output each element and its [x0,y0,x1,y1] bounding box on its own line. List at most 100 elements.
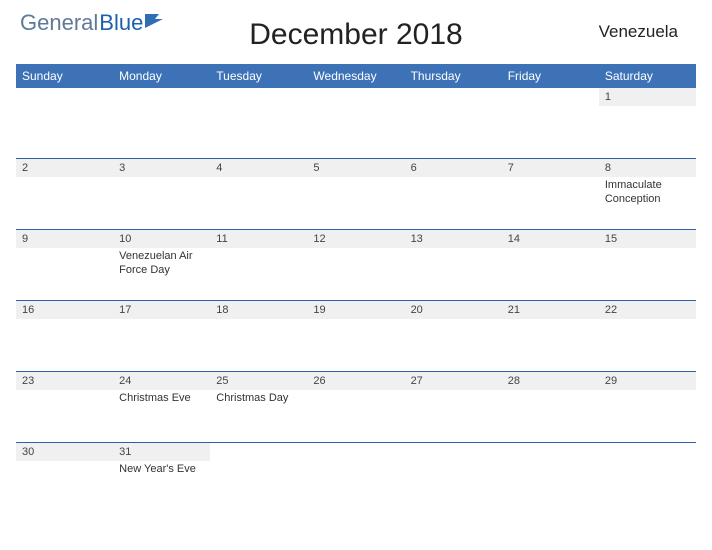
week-row: 16171819202122 [16,300,696,371]
week-row: 3031New Year's Eve [16,442,696,503]
day-cell [16,88,113,158]
day-cell: 23 [16,372,113,442]
day-number [405,88,502,106]
day-header-row: Sunday Monday Tuesday Wednesday Thursday… [16,64,696,88]
day-number: 11 [210,230,307,248]
day-number [210,443,307,461]
day-cell: 20 [405,301,502,371]
day-cell [502,443,599,503]
day-cell: 16 [16,301,113,371]
day-cell: 17 [113,301,210,371]
event-label: Venezuelan Air Force Day [113,248,210,278]
day-cell: 27 [405,372,502,442]
day-cell: 10Venezuelan Air Force Day [113,230,210,300]
day-cell [307,88,404,158]
day-cell [405,443,502,503]
day-number: 14 [502,230,599,248]
day-cell: 3 [113,159,210,229]
day-number [307,443,404,461]
day-cell [307,443,404,503]
day-number: 5 [307,159,404,177]
day-header: Friday [502,64,599,88]
day-header: Wednesday [307,64,404,88]
day-cell: 28 [502,372,599,442]
day-cell: 29 [599,372,696,442]
day-cell: 14 [502,230,599,300]
brand-part1: General [20,10,98,36]
day-number: 10 [113,230,210,248]
day-number: 13 [405,230,502,248]
event-label: Immaculate Conception [599,177,696,207]
week-row: 1 [16,88,696,158]
day-cell: 30 [16,443,113,503]
day-number: 17 [113,301,210,319]
day-cell: 5 [307,159,404,229]
day-number [599,443,696,461]
day-cell [113,88,210,158]
day-cell: 31New Year's Eve [113,443,210,503]
day-number: 16 [16,301,113,319]
day-header: Sunday [16,64,113,88]
day-number: 25 [210,372,307,390]
week-row: 910Venezuelan Air Force Day1112131415 [16,229,696,300]
flag-icon [145,14,165,30]
day-cell: 21 [502,301,599,371]
day-cell: 2 [16,159,113,229]
day-cell [405,88,502,158]
day-cell: 19 [307,301,404,371]
day-number [405,443,502,461]
day-number [210,88,307,106]
header: General Blue December 2018 Venezuela [0,0,712,64]
event-label: Christmas Day [210,390,307,406]
day-number [16,88,113,106]
day-header: Tuesday [210,64,307,88]
day-number: 19 [307,301,404,319]
day-number [113,88,210,106]
day-number: 4 [210,159,307,177]
day-cell: 15 [599,230,696,300]
day-cell: 6 [405,159,502,229]
day-cell [210,443,307,503]
day-header: Saturday [599,64,696,88]
day-number: 7 [502,159,599,177]
day-number: 2 [16,159,113,177]
day-number: 1 [599,88,696,106]
day-cell: 4 [210,159,307,229]
day-number: 24 [113,372,210,390]
day-cell: 8Immaculate Conception [599,159,696,229]
day-number: 18 [210,301,307,319]
day-number: 26 [307,372,404,390]
day-cell: 12 [307,230,404,300]
calendar: Sunday Monday Tuesday Wednesday Thursday… [0,64,712,503]
week-row: 2345678Immaculate Conception [16,158,696,229]
day-number: 29 [599,372,696,390]
day-number: 12 [307,230,404,248]
day-number: 31 [113,443,210,461]
day-number [307,88,404,106]
day-number [502,443,599,461]
day-header: Monday [113,64,210,88]
day-cell: 7 [502,159,599,229]
day-number: 21 [502,301,599,319]
day-cell: 26 [307,372,404,442]
day-number: 27 [405,372,502,390]
weeks-container: 12345678Immaculate Conception910Venezuel… [16,88,696,503]
day-number: 30 [16,443,113,461]
day-cell: 22 [599,301,696,371]
day-number: 9 [16,230,113,248]
day-number [502,88,599,106]
day-cell: 1 [599,88,696,158]
day-cell: 13 [405,230,502,300]
day-number: 22 [599,301,696,319]
day-number: 20 [405,301,502,319]
day-cell: 11 [210,230,307,300]
day-cell: 24Christmas Eve [113,372,210,442]
day-cell: 9 [16,230,113,300]
day-number: 6 [405,159,502,177]
day-cell [599,443,696,503]
event-label: Christmas Eve [113,390,210,406]
brand-logo: General Blue [20,10,165,36]
day-number: 28 [502,372,599,390]
country-label: Venezuela [599,22,678,42]
event-label: New Year's Eve [113,461,210,477]
